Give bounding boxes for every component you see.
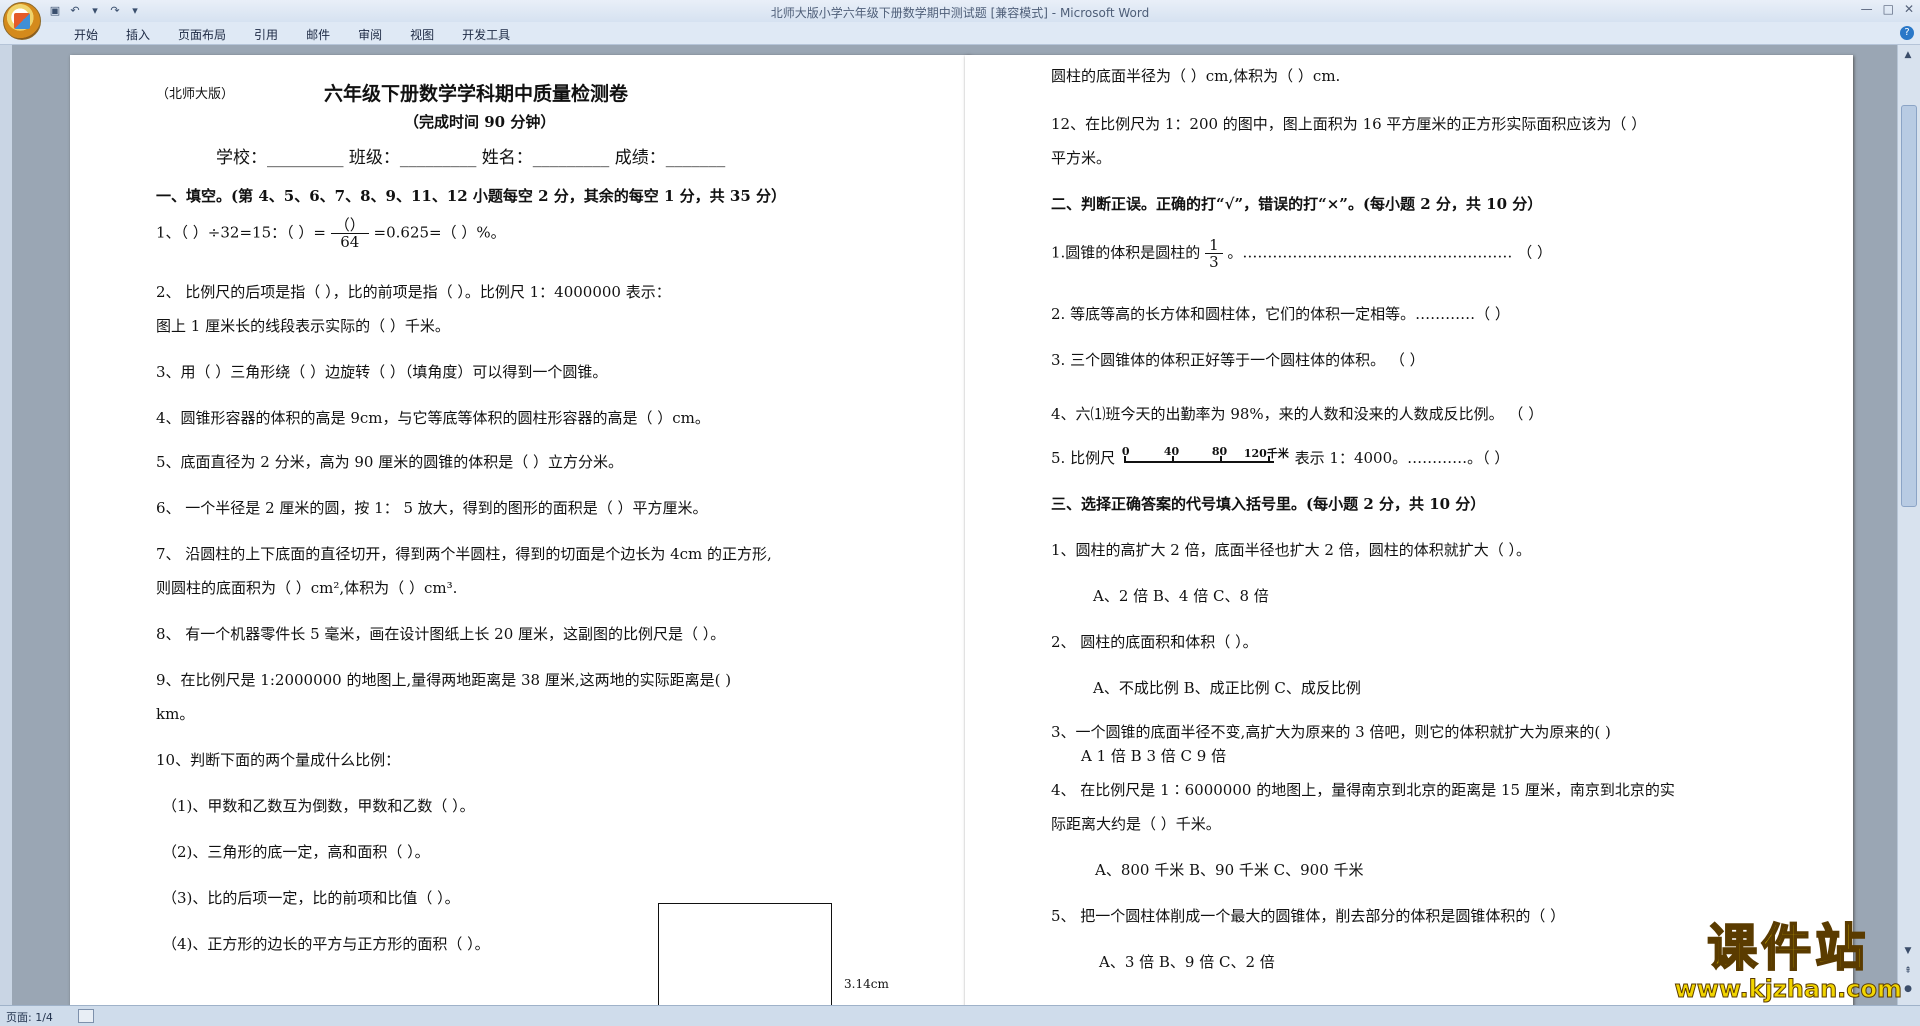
q1-fraction-denominator: 64: [340, 233, 360, 251]
q8: 8、 有一个机器零件长 5 毫米，画在设计图纸上长 20 厘米，这副图的比例尺是…: [156, 625, 726, 643]
tab-view[interactable]: 视图: [396, 26, 448, 43]
section-2-heading: 二、判断正误。正确的打“√”，错误的打“×”。(每小题 2 分，共 10 分）: [1051, 195, 1543, 213]
q9-line-2: km。: [156, 705, 195, 723]
c1: 1、圆柱的高扩大 2 倍，底面半径也扩大 2 倍，圆柱的体积就扩大（ ）。: [1051, 541, 1531, 559]
close-icon[interactable]: ✕: [1904, 2, 1914, 16]
q2-line-1: 2、 比例尺的后项是指（ ），比的前项是指（ ）。比例尺 1：4000000 表…: [156, 283, 671, 301]
window-title: 北师大版小学六年级下册数学期中测试题 [兼容模式] - Microsoft Wo…: [770, 6, 1150, 20]
q7-line-2: 则圆柱的底面积为（ ）cm²,体积为（ ）cm³.: [156, 579, 458, 597]
j5-text-a: 5. 比例尺: [1051, 449, 1116, 467]
window-controls: — □ ✕: [1861, 2, 1914, 16]
q12-line-1: 12、在比例尺为 1：200 的图中，图上面积为 16 平方厘米的正方形实际面积…: [1051, 115, 1647, 133]
page-indicator[interactable]: 页面: 1/4: [6, 1009, 53, 1025]
site-watermark: 课件站 www.kjzhan.com: [1674, 919, 1902, 1003]
document-page-2[interactable]: 圆柱的底面半径为（ ）cm,体积为（ ）cm. 12、在比例尺为 1：200 的…: [965, 55, 1853, 1005]
q1-text-a: 1、（ ）÷32=15：（ ）=: [156, 223, 326, 242]
edition-label: （北师大版）: [156, 87, 235, 102]
scale-label-0: 0: [1121, 445, 1130, 458]
q10-item-4: （4)、正方形的边长的平方与正方形的面积（ ）。: [162, 935, 490, 953]
q10-item-1: （1)、甲数和乙数互为倒数，甲数和乙数（ ）。: [162, 797, 475, 815]
q9-line-1: 9、在比例尺是 1:2000000 的地图上,量得两地距离是 38 厘米,这两地…: [156, 671, 732, 689]
maximize-icon[interactable]: □: [1883, 2, 1894, 16]
j1-fraction-denominator: 3: [1209, 253, 1219, 271]
page2-top-line: 圆柱的底面半径为（ ）cm,体积为（ ）cm.: [1051, 67, 1341, 85]
document-page-1[interactable]: （北师大版） 六年级下册数学学科期中质量检测卷 （完成时间 90 分钟） 学校：…: [70, 55, 970, 1005]
previous-page-icon[interactable]: ⇞: [1901, 965, 1915, 977]
q10-item-2: （2)、三角形的底一定，高和面积（ ）。: [162, 843, 430, 861]
page-title: 六年级下册数学学科期中质量检测卷: [324, 83, 629, 105]
q12-line-2: 平方米。: [1051, 149, 1112, 167]
q1-fraction-numerator: （）: [330, 217, 369, 234]
section-1-heading: 一、填空。(第 4、5、6、7、8、9、11、12 小题每空 2 分，其余的每空…: [156, 187, 786, 205]
q1-text-b: =0.625=（ ）%。: [373, 223, 506, 242]
scale-label-80: 80: [1211, 445, 1228, 458]
q1-fraction: （） 64: [330, 217, 369, 251]
scale-label-40: 40: [1163, 445, 1180, 458]
q5: 5、底面直径为 2 分米，高为 90 厘米的圆锥的体积是（ ）立方分米。: [156, 453, 624, 471]
q3: 3、用（ ）三角形绕（ ）边旋转（ ）（填角度）可以得到一个圆锥。: [156, 363, 608, 381]
scale-label-120: 120千米: [1243, 447, 1289, 460]
browse-object-icon[interactable]: ●: [1901, 983, 1915, 995]
j4: 4、六⑴班今天的出勤率为 98%，来的人数和没来的人数成反比例。 （ ）: [1051, 405, 1544, 423]
app-name: Microsoft Word: [1059, 6, 1150, 20]
c5: 5、 把一个圆柱体削成一个最大的圆锥体，削去部分的体积是圆锥体积的（ ）: [1051, 907, 1566, 925]
c4-line-1: 4、 在比例尺是 1∶6000000 的地图上，量得南京到北京的距离是 15 厘…: [1051, 781, 1675, 799]
tab-mailings[interactable]: 邮件: [292, 26, 344, 43]
c3: 3、一个圆锥的底面半径不变,高扩大为原来的 3 倍吧，则它的体积就扩大为原来的(…: [1051, 723, 1611, 741]
document-area: （北师大版） 六年级下册数学学科期中质量检测卷 （完成时间 90 分钟） 学校：…: [12, 45, 1898, 1005]
tab-home[interactable]: 开始: [60, 26, 112, 43]
vertical-ruler: [0, 45, 12, 1005]
q7-line-1: 7、 沿圆柱的上下底面的直径切开，得到两个半圆柱，得到的切面是个边长为 4cm …: [156, 545, 772, 563]
j1-text-b: 。……………………………………………… （ ）: [1227, 243, 1552, 262]
proofing-status-icon[interactable]: [78, 1009, 94, 1023]
j5-text-b: 表示 1：4000。…………。（ ）: [1294, 449, 1510, 467]
office-button[interactable]: [3, 2, 41, 40]
vertical-scrollbar[interactable]: ▲ ▼ ⇞ ●: [1897, 45, 1920, 1005]
j1-text-a: 1.圆锥的体积是圆柱的: [1051, 243, 1201, 262]
tab-page-layout[interactable]: 页面布局: [164, 26, 240, 43]
tab-review[interactable]: 审阅: [344, 26, 396, 43]
status-bar: 页面: 1/4: [0, 1005, 1920, 1026]
q4: 4、圆锥形容器的体积的高是 9cm，与它等底等体积的圆柱形容器的高是（ ）cm。: [156, 409, 710, 427]
watermark-url: www.kjzhan.com: [1674, 975, 1902, 1003]
figure-label: 3.14cm: [844, 977, 889, 991]
watermark-text: 课件站: [1706, 919, 1870, 977]
c4-line-2: 际距离大约是（ ）千米。: [1051, 815, 1221, 833]
title-bar: ▣ ↶ ▾ ↷ ▾ 北师大版小学六年级下册数学期中测试题 [兼容模式] - Mi…: [0, 0, 1920, 40]
minimize-icon[interactable]: —: [1861, 2, 1873, 16]
scrollbar-thumb[interactable]: [1901, 105, 1917, 507]
student-info-line: 学校：_________ 班级：_________ 姓名：_________ 成…: [216, 148, 726, 168]
document-title: 北师大版小学六年级下册数学期中测试题 [兼容模式]: [770, 6, 1048, 20]
page-subtitle: （完成时间 90 分钟）: [404, 113, 556, 131]
c5-options: A、3 倍 B、9 倍 C、2 倍: [1099, 953, 1275, 971]
q2-line-2: 图上 1 厘米长的线段表示实际的（ ）千米。: [156, 317, 450, 335]
j1-fraction-numerator: 1: [1205, 237, 1223, 254]
tab-insert[interactable]: 插入: [112, 26, 164, 43]
help-icon[interactable]: ?: [1900, 26, 1914, 40]
c4-options: A、800 千米 B、90 千米 C、900 千米: [1095, 861, 1364, 879]
c1-options: A、2 倍 B、4 倍 C、8 倍: [1093, 587, 1269, 605]
scroll-down-icon[interactable]: ▼: [1901, 945, 1915, 957]
office-logo-icon: [14, 13, 30, 29]
q6: 6、 一个半径是 2 厘米的圆，按 1： 5 放大，得到的图形的面积是（ ）平方…: [156, 499, 708, 517]
j1-fraction: 1 3: [1205, 237, 1223, 270]
c2-options: A、不成比例 B、成正比例 C、成反比例: [1093, 679, 1361, 697]
scale-bar: 0 40 80 120千米: [1120, 445, 1290, 470]
scale-bar-line: [1123, 461, 1274, 463]
q10-item-3: （3)、比的后项一定，比的前项和比值（ ）。: [162, 889, 460, 907]
section-3-heading: 三、选择正确答案的代号填入括号里。(每小题 2 分，共 10 分）: [1051, 495, 1486, 513]
q10: 10、判断下面的两个量成什么比例：: [156, 751, 401, 769]
c2: 2、 圆柱的底面积和体积（ ）。: [1051, 633, 1258, 651]
tab-references[interactable]: 引用: [240, 26, 292, 43]
c3-options: A 1 倍 B 3 倍 C 9 倍: [1081, 747, 1227, 765]
figure-box: [658, 903, 832, 1005]
ribbon-tabs: 开始 插入 页面布局 引用 邮件 审阅 视图 开发工具 ?: [0, 22, 1920, 45]
j2: 2. 等底等高的长方体和圆柱体，它们的体积一定相等。…………（ ）: [1051, 305, 1510, 323]
tab-developer[interactable]: 开发工具: [448, 26, 524, 43]
scroll-up-icon[interactable]: ▲: [1901, 49, 1915, 61]
j3: 3. 三个圆锥体的体积正好等于一个圆柱体的体积。 （ ）: [1051, 351, 1425, 369]
